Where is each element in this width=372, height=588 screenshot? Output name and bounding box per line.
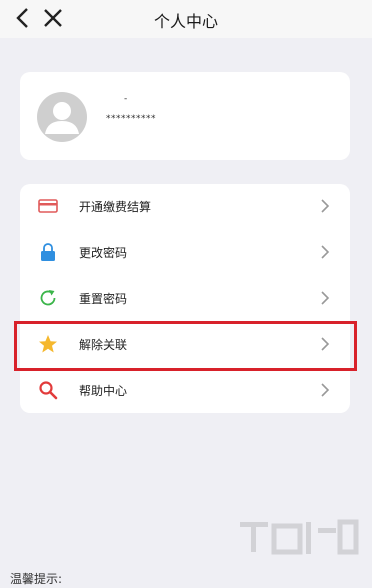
chevron-right-icon — [321, 291, 330, 305]
menu-item-label: 更改密码 — [79, 246, 128, 260]
navigation-bar: 个人中心 — [0, 0, 372, 38]
avatar[interactable] — [37, 92, 87, 142]
refresh-icon — [40, 290, 56, 306]
menu-card: 开通缴费结算 更改密码 重置密码 解除关联 帮助中心 — [20, 184, 350, 413]
chevron-right-icon — [321, 199, 330, 213]
watermark-logo — [240, 519, 359, 555]
card-icon — [38, 199, 58, 213]
tip-text: 温馨提示: — [10, 572, 63, 586]
menu-item-change-password[interactable]: 更改密码 — [20, 230, 350, 275]
user-icon — [45, 102, 79, 134]
chevron-right-icon — [321, 245, 330, 259]
profile-account: ********** — [106, 114, 156, 124]
page-title: 个人中心 — [153, 12, 218, 31]
lock-icon — [41, 243, 55, 261]
menu-item-label: 开通缴费结算 — [79, 200, 152, 214]
profile-card[interactable] — [20, 72, 350, 160]
menu-item-billing[interactable]: 开通缴费结算 — [20, 184, 350, 229]
chevron-right-icon — [321, 383, 330, 397]
menu-item-reset-password[interactable]: 重置密码 — [20, 276, 350, 321]
menu-item-help-center[interactable]: 帮助中心 — [20, 368, 350, 413]
profile-nickname: - — [124, 94, 128, 104]
search-icon — [39, 381, 58, 400]
highlight-box — [14, 321, 357, 371]
menu-item-label: 重置密码 — [79, 292, 128, 306]
menu-item-label: 帮助中心 — [79, 384, 128, 398]
